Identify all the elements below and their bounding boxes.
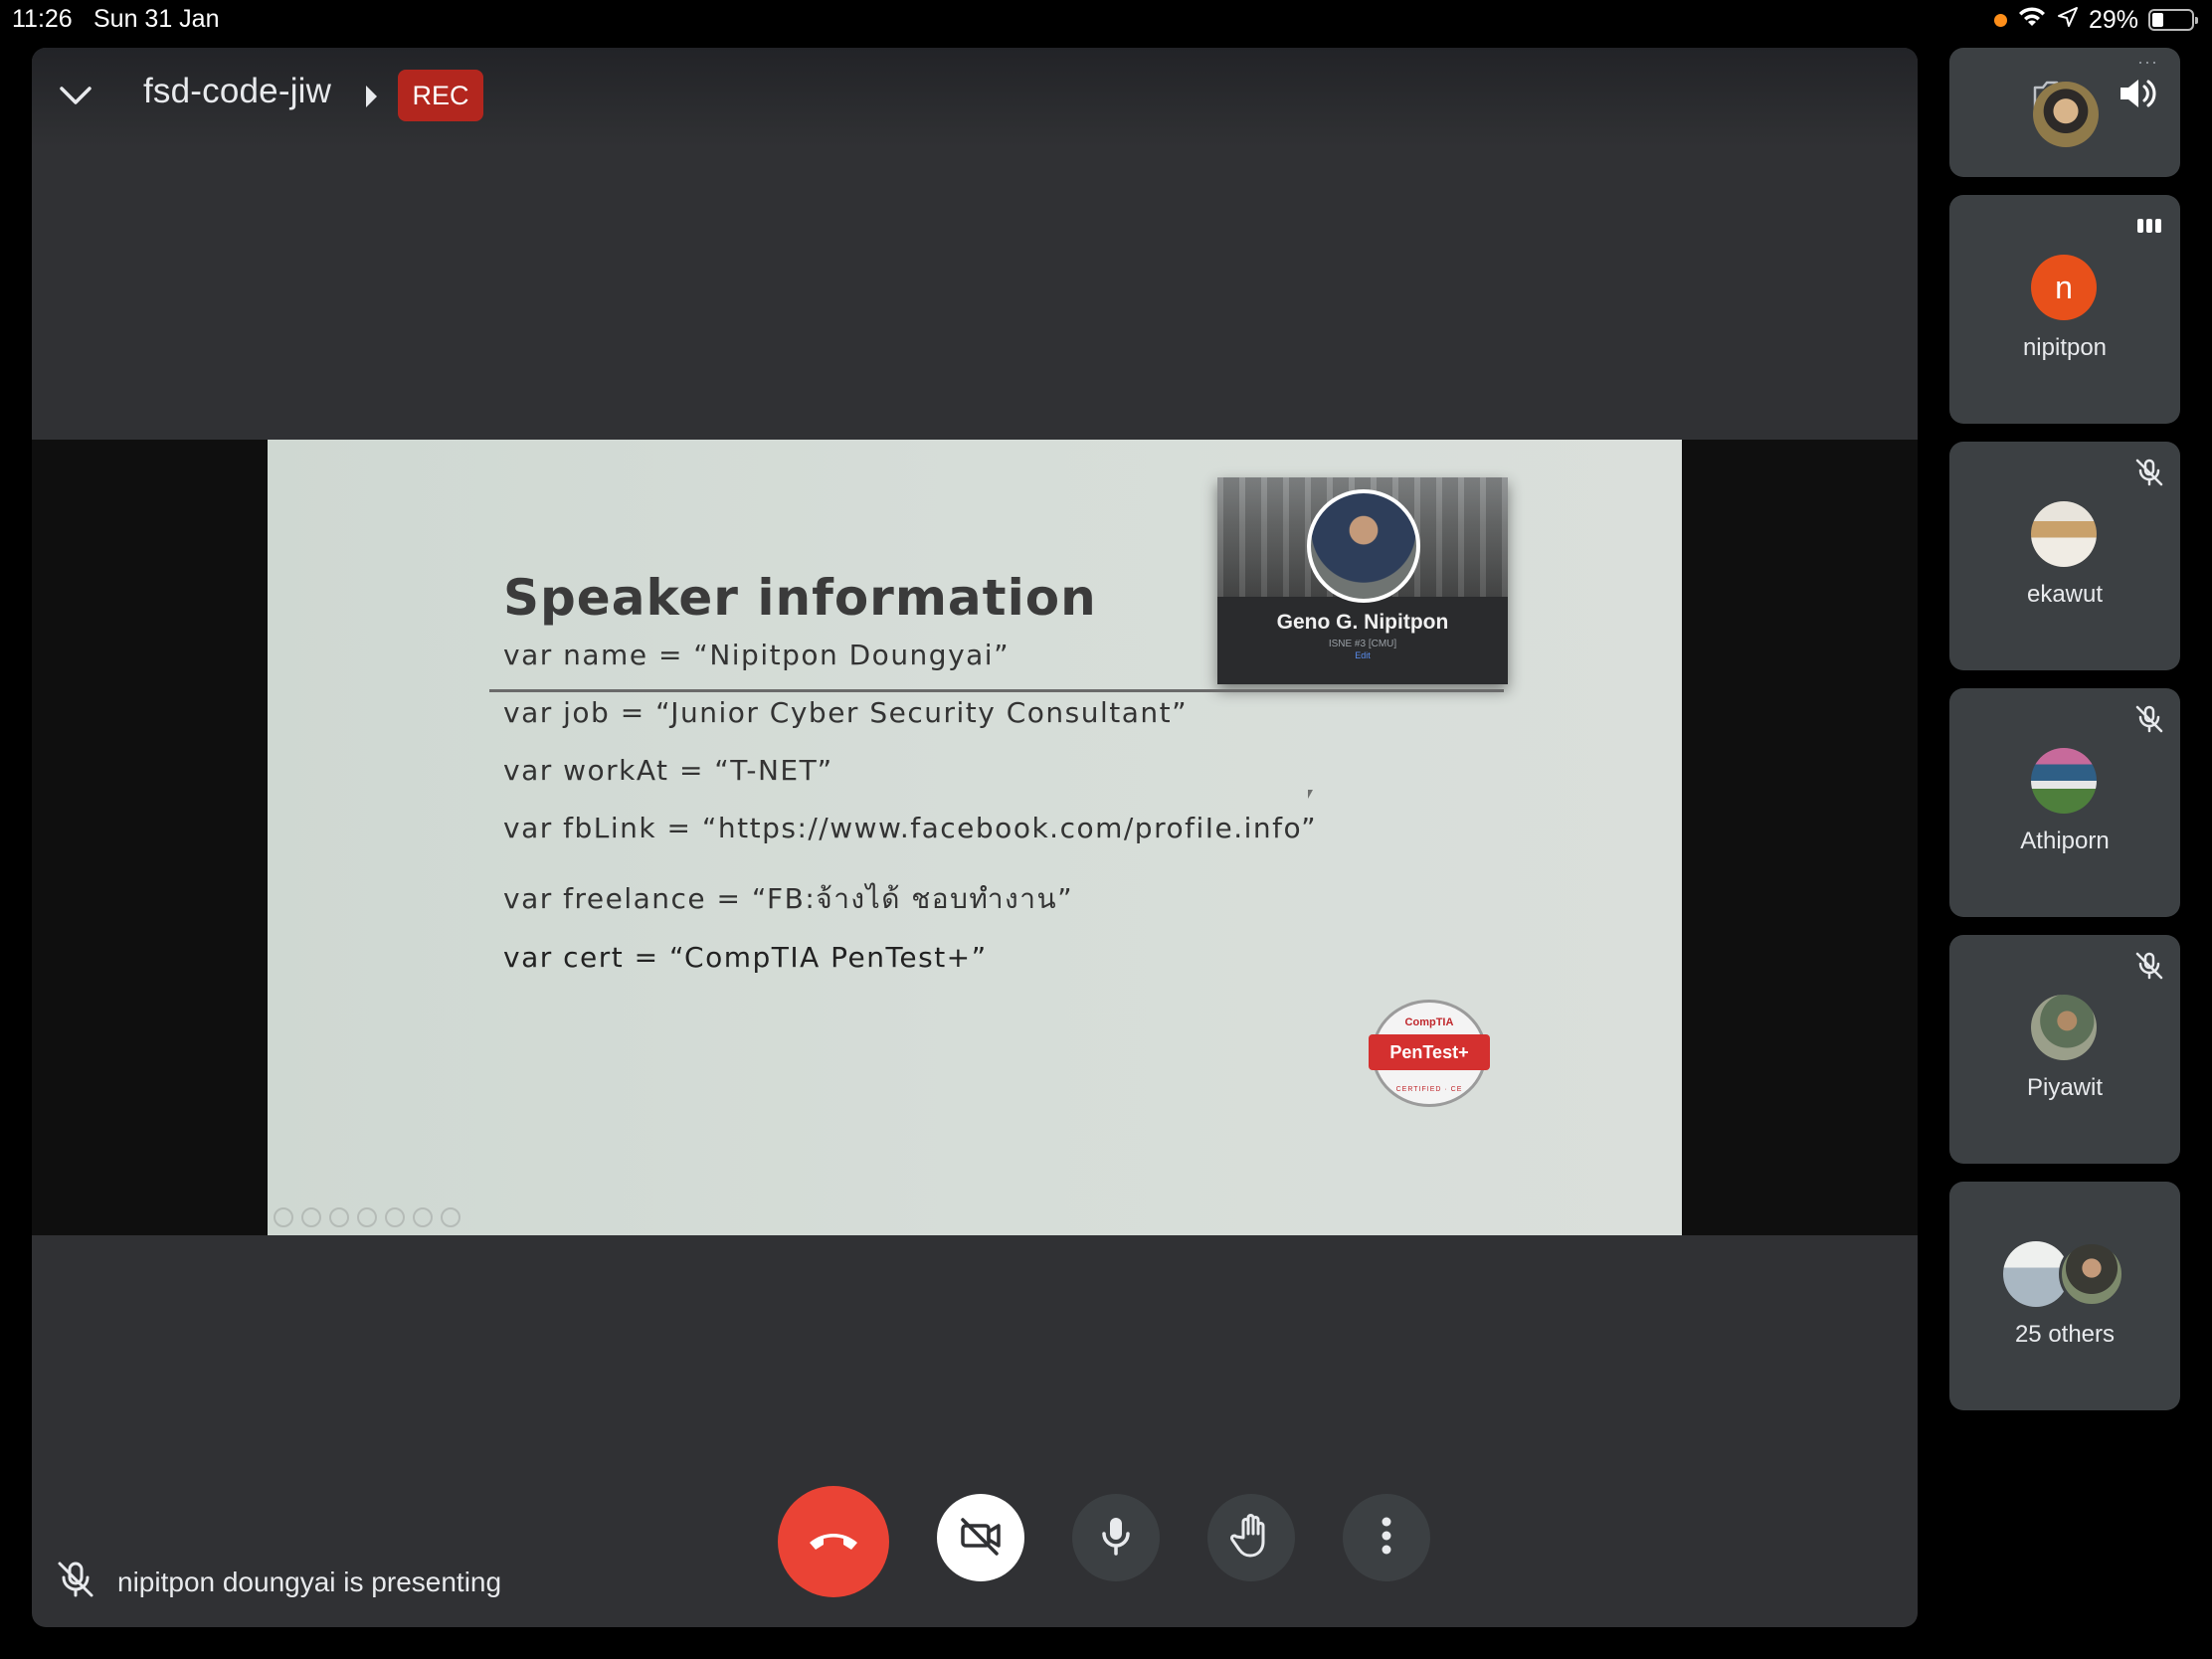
mic-off-icon — [2132, 702, 2166, 736]
collapse-button[interactable] — [48, 72, 103, 123]
participant-tile-others[interactable]: 25 others — [1949, 1182, 2180, 1410]
speaker-volume-icon[interactable] — [2117, 74, 2160, 118]
participant-tile-athiporn[interactable]: Athiporn — [1949, 688, 2180, 917]
camera-toggle-button[interactable] — [937, 1494, 1024, 1581]
battery-icon — [2148, 9, 2198, 31]
participant-name-ekawut: ekawut — [2026, 581, 2104, 608]
wifi-icon — [2017, 5, 2047, 36]
status-time: 11:26 — [12, 5, 73, 33]
avatar-athiporn — [2031, 748, 2097, 814]
avatar-nipitpon: n — [2031, 255, 2097, 320]
mouse-cursor-icon — [1308, 790, 1318, 799]
mic-off-icon — [2132, 456, 2166, 489]
participant-name-piyawit: Piyawit — [2026, 1074, 2104, 1101]
camera-off-icon — [957, 1512, 1005, 1565]
slide-line-cert: var cert = “CompTIA PenTest+” — [503, 941, 988, 974]
slide-line-job: var job = “Junior Cyber Security Consult… — [503, 696, 1189, 729]
more-vert-icon — [1381, 1516, 1392, 1561]
slide-playback-controls — [274, 1207, 461, 1227]
presenting-indicator: nipitpon doungyai is presenting — [54, 1558, 501, 1606]
self-view-tile[interactable]: ··· — [1949, 48, 2180, 177]
tile-options-dots[interactable]: ··· — [2137, 52, 2158, 73]
avatar-others-2 — [2059, 1241, 2124, 1307]
status-indicators: 29% — [1993, 4, 2198, 36]
audio-level-icon — [2132, 209, 2166, 243]
profile-edit-link: Edit — [1355, 650, 1371, 660]
profile-subtitle: ISNE #3 [CMU] — [1328, 639, 1397, 649]
slide-line-freelance: var freelance = “FB:จ้างได้ ชอบทำงาน” — [503, 882, 1074, 915]
more-options-button[interactable] — [1343, 1494, 1430, 1581]
end-call-button[interactable] — [778, 1486, 889, 1597]
avatar-piyawit — [2031, 995, 2097, 1060]
meeting-title[interactable]: fsd-code-jiw — [143, 72, 331, 111]
recording-badge: REC — [398, 70, 483, 121]
raise-hand-icon — [1229, 1512, 1273, 1565]
participant-name-nipitpon: nipitpon — [2022, 334, 2108, 361]
participant-tile-nipitpon[interactable]: n nipitpon — [1949, 195, 2180, 424]
caret-right-icon[interactable] — [366, 86, 377, 107]
raise-hand-button[interactable] — [1207, 1494, 1295, 1581]
slide-line-workat: var workAt = “T-NET” — [503, 754, 833, 787]
self-video-thumbnail — [2033, 82, 2099, 147]
mic-off-icon — [2132, 949, 2166, 983]
status-date: Sun 31 Jan — [93, 5, 220, 33]
slide-title: Speaker information — [503, 569, 1097, 627]
avatar-ekawut — [2031, 501, 2097, 567]
participant-name-others: 25 others — [2014, 1321, 2116, 1348]
microphone-toggle-button[interactable] — [1072, 1494, 1160, 1581]
chevron-down-icon — [59, 86, 92, 110]
microphone-icon — [1096, 1514, 1136, 1563]
mic-off-icon — [54, 1558, 97, 1606]
phone-hangup-icon — [806, 1525, 861, 1560]
pentest-badge-logo: CompTIA PenTest+ CERTIFIED · CE — [1369, 1000, 1490, 1107]
profile-card: Geno G. Nipitpon ISNE #3 [CMU] Edit — [1217, 477, 1508, 684]
slide-line-fblink: var fbLink = “https://www.facebook.com/p… — [503, 812, 1318, 844]
call-controls — [778, 1486, 1474, 1605]
status-bar: 11:26 Sun 31 Jan 29% — [0, 0, 2212, 40]
participant-tile-piyawit[interactable]: Piyawit — [1949, 935, 2180, 1164]
presentation-area: Speaker information Geno G. Nipitpon ISN… — [32, 440, 1918, 1235]
mic-in-use-indicator — [1993, 13, 2007, 27]
participant-tile-ekawut[interactable]: ekawut — [1949, 442, 2180, 670]
slide-line-name: var name = “Nipitpon Doungyai” — [503, 639, 1011, 671]
location-icon — [2057, 6, 2079, 35]
battery-percent: 29% — [2088, 5, 2138, 34]
presented-slide: Speaker information Geno G. Nipitpon ISN… — [268, 440, 1682, 1235]
profile-photo — [1307, 489, 1420, 603]
slide-divider — [489, 689, 1504, 692]
participant-name-athiporn: Athiporn — [2020, 828, 2110, 854]
presenting-text: nipitpon doungyai is presenting — [117, 1566, 502, 1597]
profile-name: Geno G. Nipitpon — [1276, 611, 1449, 634]
meeting-stage: fsd-code-jiw REC Speaker information Gen… — [32, 48, 1918, 1627]
meeting-header: fsd-code-jiw REC — [32, 48, 1918, 147]
